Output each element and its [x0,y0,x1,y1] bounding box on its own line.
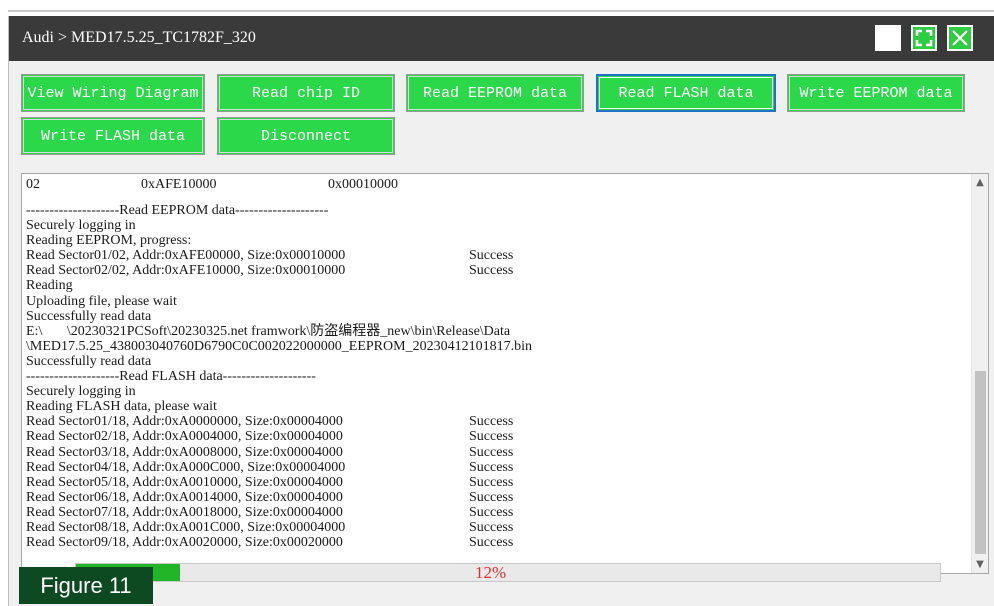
app-window: Audi > MED17.5.25_TC1782F_320 View Wirin… [8,16,994,606]
log-line: Reading FLASH data, please wait [26,399,217,415]
log-sector-line: Read Sector09/18, Addr:0xA0020000, Size:… [26,535,962,550]
read-flash-button[interactable]: Read FLASH data [596,74,776,112]
log-line: Reading [26,278,73,294]
maximize-icon[interactable] [911,25,937,51]
top-divider [8,10,994,12]
log-file-path-line: E:\ \20230321PCSoft\20230325.net framwor… [26,323,511,339]
log-sector-line: Read Sector02/18, Addr:0xA0004000, Size:… [26,429,962,444]
read-eeprom-button[interactable]: Read EEPROM data [406,74,584,112]
write-eeprom-button[interactable]: Write EEPROM data [787,74,965,112]
log-line: Successfully read data [26,353,152,369]
log-sector-status: Success [469,414,514,430]
log-line: --------------------Read EEPROM data----… [26,203,329,218]
log-sector-text: Read Sector02/18, Addr:0xA0004000, Size:… [26,429,343,445]
log-line: Uploading file, please wait [26,293,177,309]
log-output[interactable]: 02 0xAFE10000 0x00010000 ---------------… [21,173,989,574]
log-header-col3: 0x00010000 [328,177,398,192]
log-line: Reading EEPROM, progress: [26,233,192,249]
log-line: --------------------Read FLASH data-----… [26,369,316,385]
log-line: Securely logging in [26,384,136,400]
log-sector-line: Read Sector01/02, Addr:0xAFE00000, Size:… [26,248,962,263]
title-bar: Audi > MED17.5.25_TC1782F_320 [9,16,994,61]
view-wiring-diagram-button[interactable]: View Wiring Diagram [21,74,205,112]
log-sector-status: Success [469,263,514,279]
log-spacer [26,192,962,203]
log-sector-text: Read Sector09/18, Addr:0xA0020000, Size:… [26,535,343,551]
log-sector-status: Success [469,474,514,490]
page: Audi > MED17.5.25_TC1782F_320 View Wirin… [0,0,994,606]
scroll-thumb[interactable] [975,371,986,554]
disconnect-button[interactable]: Disconnect [217,117,395,155]
log-sector-status: Success [469,519,514,535]
log-sector-text: Read Sector06/18, Addr:0xA0014000, Size:… [26,489,343,505]
log-sector-line: Read Sector08/18, Addr:0xA001C000, Size:… [26,520,962,535]
write-flash-button[interactable]: Write FLASH data [21,117,205,155]
log-sector-status: Success [469,429,514,445]
log-sector-text: Read Sector03/18, Addr:0xA0008000, Size:… [26,444,343,460]
log-sector-text: Read Sector04/18, Addr:0xA000C000, Size:… [26,459,346,475]
log-sector-status: Success [469,248,514,264]
scroll-up-icon[interactable]: ▲ [972,174,988,191]
log-file-name-line: \MED17.5.25_438003040760D6790C0C00202200… [26,338,532,354]
log-sector-line: Read Sector06/18, Addr:0xA0014000, Size:… [26,490,962,505]
log-content: 02 0xAFE10000 0x00010000 ---------------… [26,177,962,550]
figure-caption: Figure 11 [19,567,153,604]
log-sector-status: Success [469,489,514,505]
log-header-col1: 02 [26,177,40,192]
progress-label: 12% [475,563,507,582]
minimize-icon[interactable] [875,25,901,51]
log-sector-text: Read Sector07/18, Addr:0xA0018000, Size:… [26,504,343,520]
log-scrollbar[interactable]: ▲ ▼ [971,174,988,573]
log-line: Successfully read data [26,308,152,324]
log-header-col2: 0xAFE10000 [141,177,217,192]
log-sector-text: Read Sector08/18, Addr:0xA001C000, Size:… [26,519,346,535]
log-sector-status: Success [469,459,514,475]
close-icon[interactable] [947,25,973,51]
log-sector-text: Read Sector05/18, Addr:0xA0010000, Size:… [26,474,343,490]
log-sector-status: Success [469,504,514,520]
log-sector-status: Success [469,444,514,460]
log-sector-text: Read Sector01/18, Addr:0xA0000000, Size:… [26,414,343,430]
log-line: Securely logging in [26,218,136,234]
log-header-row: 02 0xAFE10000 0x00010000 [26,177,962,192]
log-sector-text: Read Sector01/02, Addr:0xAFE00000, Size:… [26,248,346,264]
scroll-down-icon[interactable]: ▼ [972,556,988,573]
log-sector-text: Read Sector02/02, Addr:0xAFE10000, Size:… [26,263,346,279]
log-sector-line: Read Sector01/18, Addr:0xA0000000, Size:… [26,414,962,429]
log-sector-line: Read Sector05/18, Addr:0xA0010000, Size:… [26,475,962,490]
log-sector-line: Read Sector02/02, Addr:0xAFE10000, Size:… [26,263,962,278]
log-sector-line: Read Sector03/18, Addr:0xA0008000, Size:… [26,445,962,460]
window-title: Audi > MED17.5.25_TC1782F_320 [22,29,256,46]
log-sector-status: Success [469,535,514,551]
log-sector-line: Read Sector04/18, Addr:0xA000C000, Size:… [26,460,962,475]
read-chip-id-button[interactable]: Read chip ID [217,74,395,112]
log-sector-line: Read Sector07/18, Addr:0xA0018000, Size:… [26,505,962,520]
